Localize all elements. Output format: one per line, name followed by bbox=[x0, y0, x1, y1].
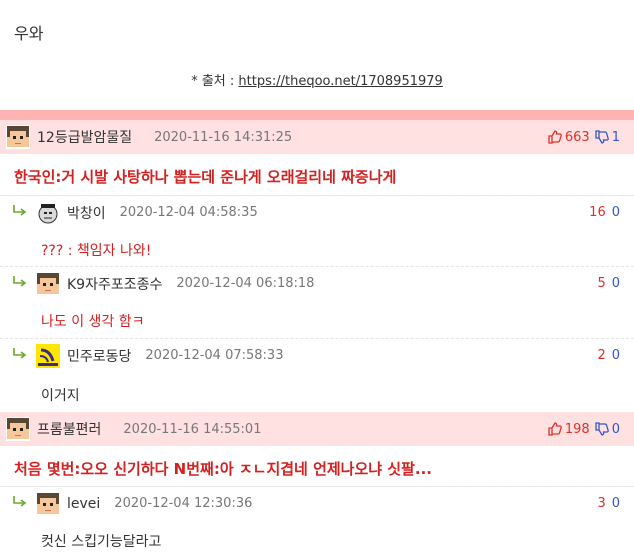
upvote-count: 5 bbox=[597, 276, 606, 291]
thumbs-down-icon[interactable] bbox=[595, 422, 609, 436]
best-comment-content: 처음 몇번:오오 신기하다 N번째:아 ㅈㄴ지겹네 언제나오냐 싯팔... bbox=[14, 460, 432, 478]
best-comment-content: 한국인:거 시발 사탕하나 뽑는데 준나게 오래걸리네 짜증나게 bbox=[14, 168, 397, 186]
avatar bbox=[36, 271, 60, 296]
reply-votes: 5 0 bbox=[597, 276, 620, 291]
comment-date: 2020-11-16 14:31:25 bbox=[154, 129, 293, 145]
reply-header: 박창이 2020-12-04 04:58:35 16 0 bbox=[0, 195, 634, 229]
comment-nick[interactable]: 12등급발암물질 bbox=[37, 127, 132, 147]
downvote-count: 1 bbox=[611, 129, 620, 145]
reply-date: 2020-12-04 12:30:36 bbox=[114, 496, 253, 511]
reply-arrow-icon bbox=[12, 495, 28, 513]
reply-nick[interactable]: K9자주포조종수 bbox=[67, 274, 162, 294]
reply-content: 컷신 스킵기능달라고 bbox=[41, 534, 162, 550]
reply-votes: 16 0 bbox=[589, 205, 620, 220]
downvote-count: 0 bbox=[611, 421, 620, 437]
best-comment-header: 12등급발암물질 2020-11-16 14:31:25 663 1 bbox=[0, 120, 634, 154]
comment-votes: 663 1 bbox=[548, 130, 620, 145]
source-prefix: * 출처 : bbox=[191, 74, 239, 89]
reply-date: 2020-12-04 07:58:33 bbox=[145, 348, 284, 363]
downvote-count: 0 bbox=[611, 348, 620, 363]
avatar bbox=[36, 200, 60, 225]
thumbs-up-icon[interactable] bbox=[548, 130, 562, 144]
upvote-count: 2 bbox=[597, 348, 606, 363]
comments-top-bar bbox=[0, 110, 634, 120]
reply-content: 나도 이 생각 함ㅋ bbox=[41, 314, 145, 330]
avatar bbox=[36, 343, 60, 368]
reply-header: K9자주포조종수 2020-12-04 06:18:18 5 0 bbox=[0, 266, 634, 300]
comment-votes: 198 0 bbox=[548, 422, 620, 437]
downvote-count: 0 bbox=[611, 205, 620, 220]
comment-nick[interactable]: 프롬불편러 bbox=[37, 419, 101, 439]
reply-content: ??? : 책임자 나와! bbox=[41, 243, 152, 259]
downvote-count: 0 bbox=[611, 496, 620, 511]
source-link[interactable]: https://theqoo.net/1708951979 bbox=[238, 74, 442, 89]
reply-content: 이거지 bbox=[41, 388, 80, 404]
upvote-count: 663 bbox=[564, 129, 590, 145]
reply-votes: 2 0 bbox=[597, 348, 620, 363]
thumbs-up-icon[interactable] bbox=[548, 422, 562, 436]
reply-header: levei 2020-12-04 12:30:36 3 0 bbox=[0, 486, 634, 520]
reply-nick[interactable]: 박창이 bbox=[67, 203, 106, 223]
best-comment-header: 프롬불편러 2020-11-16 14:55:01 198 0 bbox=[0, 412, 634, 446]
post-text: 우와 bbox=[14, 24, 44, 43]
reply-votes: 3 0 bbox=[597, 496, 620, 511]
reply-date: 2020-12-04 06:18:18 bbox=[176, 276, 315, 291]
source-line: * 출처 : https://theqoo.net/1708951979 bbox=[0, 70, 634, 89]
avatar bbox=[6, 417, 30, 441]
reply-date: 2020-12-04 04:58:35 bbox=[119, 205, 258, 220]
reply-nick[interactable]: 민주로동당 bbox=[67, 346, 131, 366]
downvote-count: 0 bbox=[611, 276, 620, 291]
reply-arrow-icon bbox=[12, 204, 28, 222]
reply-arrow-icon bbox=[12, 275, 28, 293]
avatar bbox=[36, 491, 60, 516]
upvote-count: 198 bbox=[564, 421, 590, 437]
upvote-count: 3 bbox=[597, 496, 606, 511]
comment-date: 2020-11-16 14:55:01 bbox=[123, 421, 262, 437]
reply-header: 민주로동당 2020-12-04 07:58:33 2 0 bbox=[0, 338, 634, 372]
upvote-count: 16 bbox=[589, 205, 606, 220]
reply-arrow-icon bbox=[12, 347, 28, 365]
avatar bbox=[6, 125, 30, 149]
reply-nick[interactable]: levei bbox=[67, 496, 100, 512]
thumbs-down-icon[interactable] bbox=[595, 130, 609, 144]
